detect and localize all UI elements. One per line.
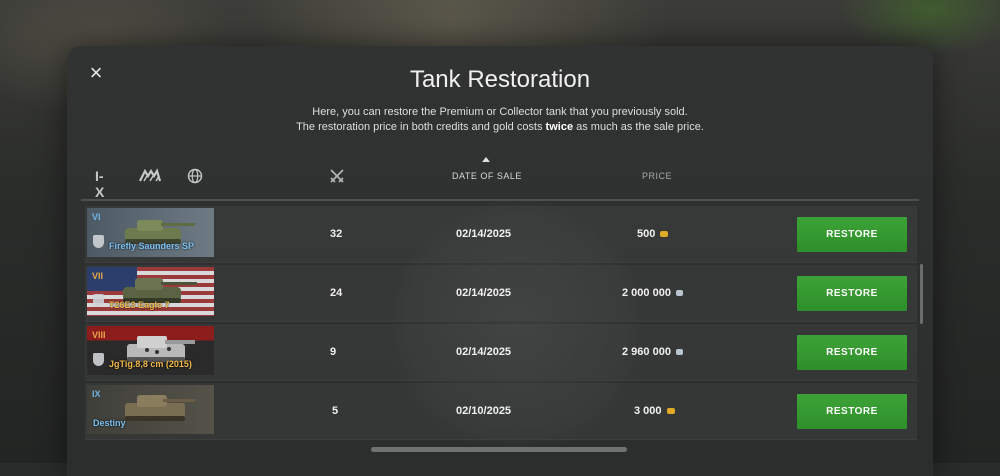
tank-image <box>125 395 195 421</box>
modal-description: Here, you can restore the Premium or Col… <box>67 105 933 135</box>
price-column-header[interactable]: PRICE <box>642 171 672 181</box>
description-prefix: The restoration price in both credits an… <box>296 121 546 133</box>
description-bold: twice <box>545 121 574 133</box>
collector-badge-icon <box>93 235 104 248</box>
restore-button[interactable]: RESTORE <box>797 217 907 252</box>
date-of-sale-column-header[interactable]: DATE OF SALE <box>452 171 522 181</box>
tank-card[interactable]: VIII JgTig.8,8 cm (2015) <box>87 326 214 375</box>
horizontal-scrollbar[interactable] <box>371 447 627 452</box>
gold-icon <box>660 231 669 237</box>
tier-label: VIII <box>92 330 106 340</box>
collector-badge-icon <box>93 353 104 366</box>
tank-name: Destiny <box>93 418 126 428</box>
crossed-swords-icon <box>330 169 344 183</box>
tank-name: T26E3 Eagle 7 <box>109 300 170 310</box>
description-suffix: as much as the sale price. <box>573 121 704 133</box>
tier-label: VII <box>92 271 104 281</box>
battles-count: 5 <box>332 405 339 417</box>
sale-date: 02/14/2025 <box>456 346 512 358</box>
tank-name: JgTig.8,8 cm (2015) <box>109 359 192 369</box>
price-value: 2 960 000 <box>622 346 683 358</box>
tank-card[interactable]: VI Firefly Saunders SP <box>87 208 214 257</box>
restore-button[interactable]: RESTORE <box>797 276 907 311</box>
tier-filter-button[interactable]: I-X <box>95 168 104 200</box>
list-divider <box>81 199 919 201</box>
description-line-2: The restoration price in both credits an… <box>67 120 933 135</box>
battles-count: 9 <box>330 346 337 358</box>
tank-card[interactable]: IX Destiny <box>87 385 214 434</box>
vertical-scrollbar[interactable] <box>920 264 923 324</box>
collector-badge-icon <box>93 294 104 307</box>
tank-class-filter-icon[interactable] <box>139 168 162 186</box>
sale-date: 02/14/2025 <box>456 287 512 299</box>
restore-button[interactable]: RESTORE <box>797 394 907 429</box>
table-row: IX Destiny 5 02/10/2025 3 000 RESTORE <box>85 383 917 440</box>
battles-count: 24 <box>330 287 343 299</box>
tank-name: Firefly Saunders SP <box>109 241 195 251</box>
table-row: VII T26E3 Eagle 7 24 02/14/2025 2 000 00… <box>85 265 917 322</box>
price-value: 2 000 000 <box>622 287 683 299</box>
credits-icon <box>676 290 683 296</box>
price-amount: 2 960 000 <box>622 346 671 358</box>
price-amount: 3 000 <box>634 405 662 417</box>
globe-icon[interactable] <box>187 168 203 186</box>
price-amount: 500 <box>637 228 656 240</box>
price-value: 3 000 <box>634 405 675 417</box>
description-line-1: Here, you can restore the Premium or Col… <box>312 106 688 118</box>
tier-label: IX <box>92 389 101 399</box>
battles-column-header[interactable] <box>329 168 345 189</box>
price-amount: 2 000 000 <box>622 287 671 299</box>
gold-icon <box>666 408 675 414</box>
sort-ascending-icon[interactable] <box>482 157 490 162</box>
battles-count: 32 <box>330 228 343 240</box>
modal-title: Tank Restoration <box>409 66 591 93</box>
tank-restoration-modal: × Tank Restoration Here, you can restore… <box>67 46 933 476</box>
table-row: VIII JgTig.8,8 cm (2015) 9 02/14/2025 2 … <box>85 324 917 381</box>
credits-icon <box>676 349 683 355</box>
sale-date: 02/14/2025 <box>456 228 512 240</box>
tier-label: VI <box>92 212 101 222</box>
price-value: 500 <box>637 228 669 240</box>
table-row: VI Firefly Saunders SP 32 02/14/2025 500… <box>85 206 917 263</box>
sale-date: 02/10/2025 <box>456 405 512 417</box>
tank-card[interactable]: VII T26E3 Eagle 7 <box>87 267 214 316</box>
restore-button[interactable]: RESTORE <box>797 335 907 370</box>
